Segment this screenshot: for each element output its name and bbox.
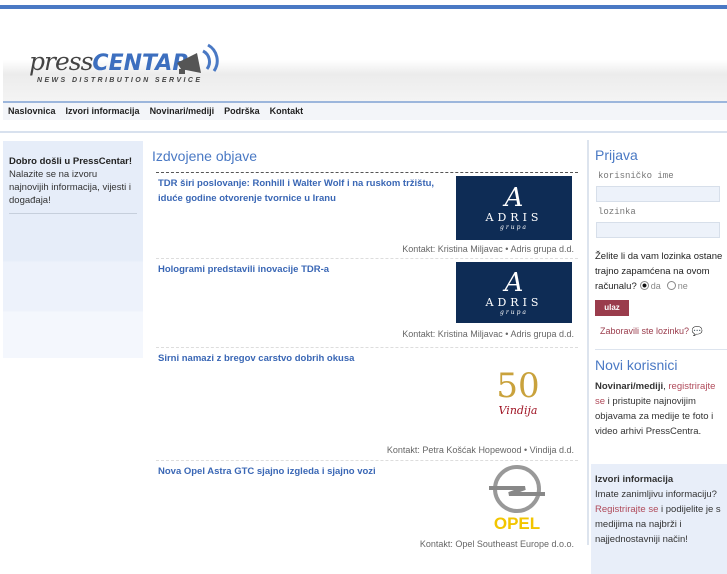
featured-section: Izdvojene objave TDR širi poslovanje: Ro… — [150, 140, 580, 561]
welcome-panel: Dobro došli u PressCentar! Nalazite se na… — [3, 141, 143, 358]
header: pressCENTAR NEWS DISTRIBUTION SERVICE — [3, 9, 727, 102]
logo-press: press — [29, 47, 93, 76]
adris-logo[interactable]: A ADRIS grupa — [456, 176, 572, 240]
login-heading: Prijava — [595, 147, 638, 163]
opel-emblem-icon — [489, 465, 545, 513]
item-contact: Kontakt: Opel Southeast Europe d.o.o. — [419, 539, 574, 549]
password-label: lozinka — [598, 207, 636, 217]
list-item: TDR širi poslovanje: Ronhill i Walter Wo… — [156, 173, 578, 259]
featured-heading: Izdvojene objave — [152, 148, 258, 164]
item-contact: Kontakt: Kristina Miljavac • Adris grupa… — [402, 329, 574, 339]
logo-tagline: NEWS DISTRIBUTION SERVICE — [37, 77, 203, 84]
media-label: Novinari/mediji — [595, 381, 664, 392]
remember-no-radio[interactable] — [666, 281, 676, 290]
welcome-text: Nalazite se na izvoru najnovijih informa… — [9, 169, 131, 206]
username-input[interactable] — [596, 186, 720, 202]
megaphone-icon — [177, 43, 219, 74]
logo-mark: 50 — [496, 365, 540, 406]
item-title-link[interactable]: TDR širi poslovanje: Ronhill i Walter Wo… — [158, 176, 448, 206]
item-contact: Kontakt: Petra Košćak Hopewood • Vindija… — [386, 445, 574, 455]
logo-sub: grupa — [500, 224, 528, 231]
opel-logo[interactable]: OPEL — [482, 464, 552, 536]
nav-kontakt[interactable]: Kontakt — [265, 103, 309, 120]
main-nav: Naslovnica Izvori informacija Novinari/m… — [3, 101, 727, 120]
logo-name: ADRIS — [485, 211, 543, 224]
right-sidebar: Prijava korisničko ime lozinka Želite li… — [587, 140, 727, 574]
new-users-heading: Novi korisnici — [595, 357, 678, 373]
nav-naslovnica[interactable]: Naslovnica — [3, 103, 61, 120]
speech-bubble-icon: 💬 — [691, 326, 703, 336]
media-text: i pristupite najnovijim objavama za medi… — [595, 396, 714, 437]
item-title-link[interactable]: Hologrami predstavili inovacije TDR-a — [158, 262, 448, 277]
item-contact: Kontakt: Kristina Miljavac • Adris grupa… — [402, 244, 574, 254]
item-title-link[interactable]: Sirni namazi z bregov carstvo dobrih oku… — [158, 351, 448, 366]
logo-name: ADRIS — [485, 295, 543, 309]
password-input[interactable] — [596, 222, 720, 238]
logo-sub: grupa — [500, 308, 528, 316]
vindija-logo[interactable]: 50 Vindija — [478, 351, 558, 433]
list-item: Hologrami predstavili inovacije TDR-a AA… — [156, 259, 578, 348]
item-title-link[interactable]: Nova Opel Astra GTC sjajno izgleda i sja… — [158, 464, 448, 479]
remember-yes-label: da — [650, 281, 661, 291]
remember-no-label: ne — [677, 281, 688, 291]
presscentar-logo[interactable]: pressCENTAR NEWS DISTRIBUTION SERVICE — [29, 47, 200, 84]
nav-izvori-informacija[interactable]: Izvori informacija — [61, 103, 145, 120]
forgot-password-link[interactable]: Zaboravili ste lozinku? — [600, 326, 689, 336]
welcome-title: Dobro došli u PressCentar! — [9, 156, 132, 167]
list-item: Sirni namazi z bregov carstvo dobrih oku… — [156, 348, 578, 461]
sources-register-link[interactable]: Registrirajte se — [595, 504, 658, 515]
sources-box: Izvori informacija Imate zanimljivu infor… — [591, 464, 727, 574]
logo-mark: A — [504, 183, 524, 213]
sources-text: Imate zanimljivu informaciju? — [595, 489, 717, 500]
logo-name: OPEL — [493, 514, 541, 533]
username-label: korisničko ime — [598, 171, 674, 181]
logo-mark: A — [504, 267, 524, 298]
divider — [0, 131, 727, 133]
sources-title: Izvori informacija — [595, 474, 674, 485]
divider — [595, 349, 727, 350]
adris-logo[interactable]: A ADRIS grupa — [456, 262, 572, 323]
login-button[interactable]: ulaz — [595, 300, 629, 316]
logo-name: Vindija — [498, 403, 538, 417]
nav-podrska[interactable]: Podrška — [219, 103, 265, 120]
nav-novinari-mediji[interactable]: Novinari/mediji — [145, 103, 220, 120]
remember-yes-radio[interactable] — [639, 281, 649, 290]
divider — [9, 213, 137, 214]
list-item: Nova Opel Astra GTC sjajno izgleda i sja… — [156, 461, 578, 561]
